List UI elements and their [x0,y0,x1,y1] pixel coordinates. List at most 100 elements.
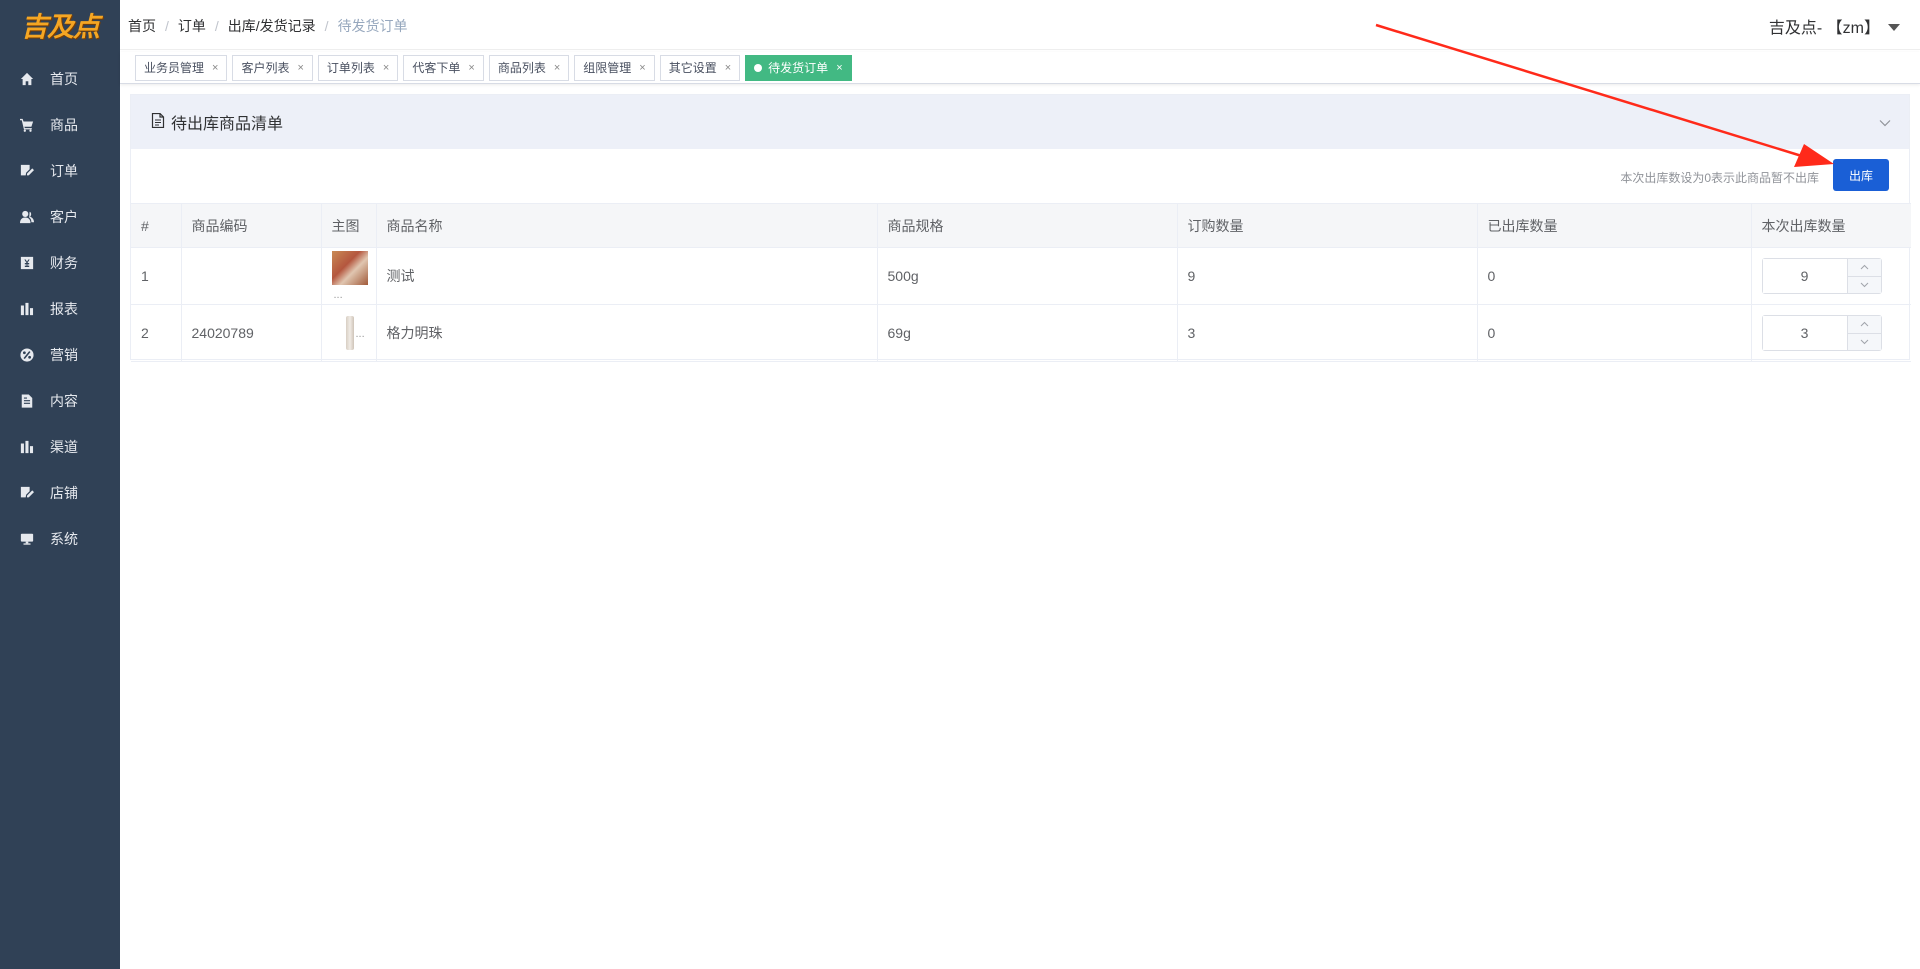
sidebar-item-finance[interactable]: 财务 [0,240,120,286]
cell-spec: 500g [877,247,1178,305]
sidebar-item-shops[interactable]: 店铺 [0,470,120,516]
card-header[interactable]: 待出库商品清单 [131,95,1909,149]
outbound-items-table: # 商品编码 主图 商品名称 商品规格 订购数量 已出库数量 本次出库数量 1 … [131,203,1911,362]
logo[interactable]: 吉及点 [0,0,120,48]
chevron-up-icon[interactable] [1847,316,1881,334]
close-icon[interactable]: × [639,62,645,74]
close-icon[interactable]: × [297,62,303,74]
tag-product-list[interactable]: 商品列表 × [488,54,570,81]
cell-image: ... [321,304,377,362]
breadcrumb-separator: / [214,18,219,34]
quantity-input[interactable] [1762,259,1847,293]
column-header-shipped: 已出库数量 [1477,203,1752,248]
product-image[interactable] [345,316,354,350]
sidebar-item-label: 渠道 [50,439,78,455]
cell-outbound-qty [1751,304,1911,362]
column-header-this-outbound: 本次出库数量 [1751,203,1911,248]
tag-order-list[interactable]: 订单列表 × [317,54,399,81]
chevron-down-icon[interactable] [1847,333,1881,350]
close-icon[interactable]: × [725,62,731,74]
quantity-input[interactable] [1762,316,1847,350]
sidebar-menu: 首页 商品 订单 客户 财务 报表 营销 内容 渠道 店铺 系统 [0,56,120,562]
sidebar-item-label: 系统 [50,531,78,547]
breadcrumb-separator: / [165,18,169,34]
user-menu[interactable]: 吉及点- 【zm】 [1769,14,1900,38]
table-row: 1 ... 测试 500g 9 0 [131,247,1911,305]
logo-text: 吉及点 [21,11,100,43]
home-icon [20,72,34,86]
tag-group-limit-management[interactable]: 组限管理 × [574,54,655,81]
sidebar-item-label: 商品 [50,117,78,133]
user-name: 吉及点- 【zm】 [1768,20,1880,37]
cell-outbound-qty [1751,247,1911,305]
sidebar-item-products[interactable]: 商品 [0,102,120,148]
quantity-stepper [1761,258,1882,294]
product-image[interactable] [331,251,368,285]
sidebar-item-content[interactable]: 内容 [0,378,120,424]
cell-image: ... [321,247,377,305]
sidebar-item-label: 财务 [50,255,78,271]
sidebar-item-marketing[interactable]: 营销 [0,332,120,378]
close-icon[interactable]: × [836,62,842,74]
cell-name: 格力明珠 [376,304,878,362]
card-title: 待出库商品清单 [171,116,284,133]
close-icon[interactable]: × [554,62,560,74]
tag-proxy-order[interactable]: 代客下单 × [403,54,484,81]
card-toolbar: 本次出库数设为0表示此商品暂不出库 出库 [131,149,1909,203]
sidebar-item-label: 订单 [50,163,78,179]
close-icon[interactable]: × [212,62,218,74]
column-header-name: 商品名称 [376,203,878,248]
breadcrumb-separator: / [324,18,329,34]
outbound-button[interactable]: 出库 [1833,159,1889,191]
document-icon [151,112,165,131]
breadcrumb-item-shipping-records[interactable]: 出库/发货记录 [228,16,316,36]
tag-label: 组限管理 [583,61,632,75]
finance-icon [20,256,34,270]
cell-index: 1 [131,247,182,305]
chart-icon [20,440,34,454]
column-header-image: 主图 [321,203,377,248]
cell-spec: 69g [877,304,1178,362]
quantity-stepper [1761,315,1882,351]
tag-label: 代客下单 [412,61,461,75]
active-dot-icon [754,63,763,72]
tag-customer-list[interactable]: 客户列表 × [232,54,313,81]
pending-outbound-card: 待出库商品清单 本次出库数设为0表示此商品暂不出库 出库 # 商品编码 主图 商… [130,94,1911,362]
cell-code: 24020789 [181,304,322,362]
tag-other-settings[interactable]: 其它设置 × [659,54,741,81]
stepper-controls [1846,259,1881,293]
percent-icon [20,348,34,362]
tag-salesman-management[interactable]: 业务员管理 × [135,54,228,81]
column-header-code: 商品编码 [181,203,322,248]
tag-pending-shipment-orders[interactable]: 待发货订单 × [745,54,852,81]
chevron-down-icon[interactable] [1879,115,1891,130]
edit-icon [20,486,34,500]
tag-label: 其它设置 [668,61,717,75]
chevron-down-icon[interactable] [1847,276,1881,293]
breadcrumb-item-orders[interactable]: 订单 [178,16,206,36]
cell-name: 测试 [376,247,878,305]
tag-label: 待发货订单 [768,61,829,75]
sidebar-item-customers[interactable]: 客户 [0,194,120,240]
close-icon[interactable]: × [383,62,389,74]
close-icon[interactable]: × [468,62,474,74]
cell-shipped: 0 [1477,304,1752,362]
sidebar-item-home[interactable]: 首页 [0,56,120,102]
image-ellipsis: ... [333,289,343,301]
cell-index: 2 [131,304,182,362]
sidebar-item-label: 首页 [50,71,78,87]
breadcrumb: 首页 / 订单 / 出库/发货记录 / 待发货订单 [128,16,408,36]
sidebar-item-reports[interactable]: 报表 [0,286,120,332]
breadcrumb-item-home[interactable]: 首页 [128,16,156,36]
tags-view: 业务员管理 × 客户列表 × 订单列表 × 代客下单 × 商品列表 × 组限管理 × 其它设… [120,52,1920,84]
tag-label: 订单列表 [326,61,375,75]
sidebar-item-orders[interactable]: 订单 [0,148,120,194]
breadcrumb-item-current: 待发货订单 [337,18,408,34]
tag-label: 商品列表 [497,61,546,75]
edit-icon [20,164,34,178]
caret-down-icon [1888,23,1900,31]
sidebar-item-channels[interactable]: 渠道 [0,424,120,470]
cell-code [181,247,322,305]
sidebar-item-system[interactable]: 系统 [0,516,120,562]
chevron-up-icon[interactable] [1847,259,1881,277]
